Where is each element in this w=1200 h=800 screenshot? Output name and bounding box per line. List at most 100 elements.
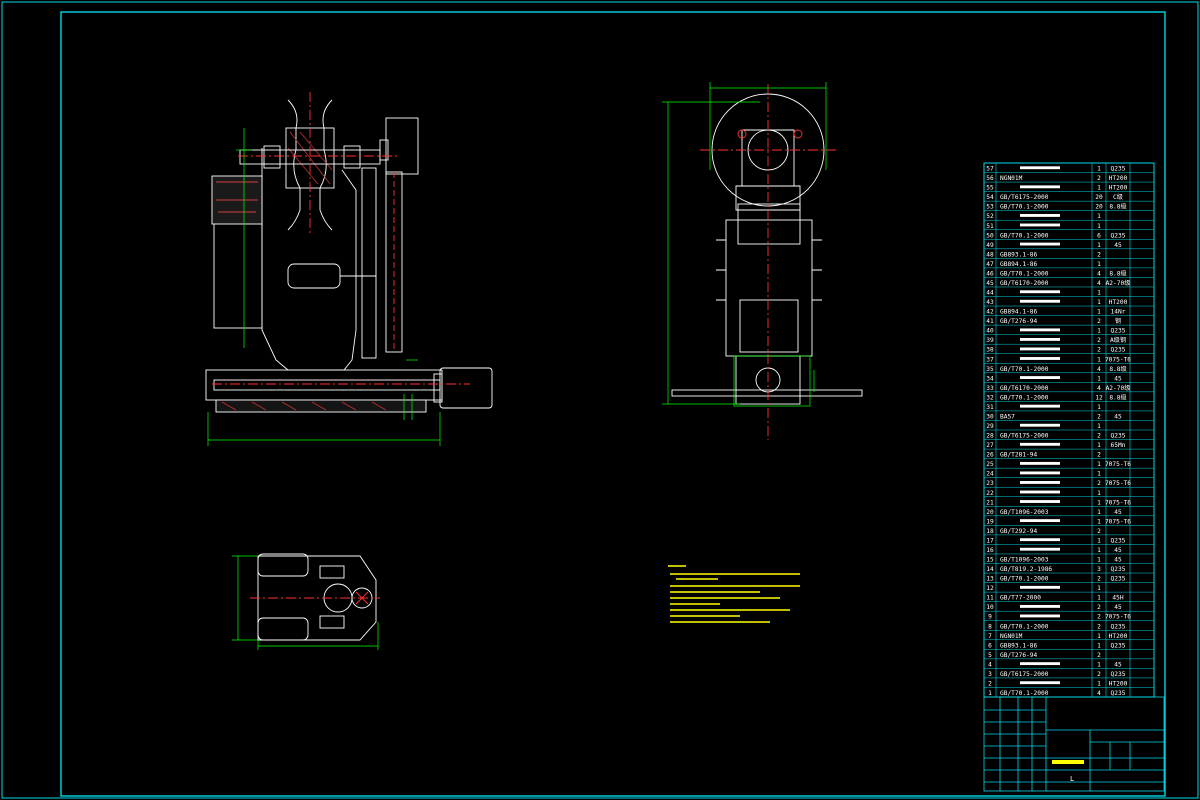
bom-cell-code: GB/T70.1-2000 [1000, 270, 1049, 277]
bom-name-glyph [1020, 328, 1060, 332]
bom-name-glyph [1020, 376, 1060, 379]
bom-cell-qty: 1 [1097, 261, 1101, 268]
bom-name-glyph [1020, 223, 1060, 227]
bom-cell-mat: HT200 [1109, 299, 1128, 306]
bom-cell-qty: 1 [1097, 242, 1101, 249]
bom-cell-no: 35 [986, 366, 994, 373]
bom-cell-code: GB/T70.1-2000 [1000, 623, 1049, 630]
bom-cell-code: GB/T292-94 [1000, 528, 1038, 535]
bom-cell-code: GB/T276-94 [1000, 318, 1038, 325]
bom-cell-code: GB/T6175-2000 [1000, 671, 1049, 678]
bom-cell-code: GB/T1096-2003 [1000, 509, 1049, 516]
bom-cell-no: 47 [986, 261, 994, 268]
bom-cell-no: 56 [986, 175, 994, 182]
bom-cell-mat: 45 [1114, 547, 1122, 554]
bom-cell-qty: 1 [1097, 518, 1101, 525]
bom-cell-qty: 4 [1097, 690, 1101, 697]
bom-cell-mat: 7075-T6 [1105, 480, 1131, 487]
bom-cell-qty: 2 [1097, 671, 1101, 678]
bom-cell-mat: 45 [1114, 413, 1122, 420]
sheet-mark: L [1070, 775, 1074, 783]
bom-cell-no: 41 [986, 318, 994, 325]
bom-cell-no: 24 [986, 471, 994, 478]
bom-cell-no: 2 [988, 680, 992, 687]
bom-cell-no: 18 [986, 528, 994, 535]
bom-cell-qty: 1 [1097, 680, 1101, 687]
bom-cell-qty: 2 [1097, 604, 1101, 611]
bom-name-glyph [1020, 490, 1060, 494]
bom-cell-mat: Q235 [1111, 642, 1126, 649]
bom-cell-mat: 45 [1114, 604, 1122, 611]
bom-cell-no: 52 [986, 213, 994, 220]
bom-cell-no: 9 [988, 614, 992, 621]
bom-cell-mat: 65Mn [1111, 442, 1126, 449]
bom-cell-mat: 钢 [1115, 317, 1121, 325]
bom-cell-qty: 1 [1097, 166, 1101, 173]
bom-cell-no: 48 [986, 251, 994, 258]
bom-cell-qty: 1 [1097, 290, 1101, 297]
bom-cell-no: 10 [986, 604, 994, 611]
bom-cell-qty: 20 [1095, 194, 1103, 201]
bom-name-glyph [1020, 442, 1060, 446]
bom-cell-no: 39 [986, 337, 994, 344]
bom-name-glyph [1020, 519, 1060, 523]
bom-cell-mat: 7075-T6 [1105, 461, 1131, 468]
cad-drawing-sheet: 57 1 Q23556 NGN01M 2 HT20055 1 HT20054 GB/T6175-… [0, 0, 1200, 800]
base-plate [215, 399, 427, 413]
bom-name-glyph [1020, 614, 1060, 618]
bom-cell-mat: HT200 [1109, 175, 1128, 182]
bom-cell-mat: C级 [1113, 193, 1123, 201]
bom-cell-mat: 7075-T6 [1105, 356, 1131, 363]
bom-cell-mat: 45 [1114, 557, 1122, 564]
bom-cell-qty: 2 [1097, 347, 1101, 354]
bom-cell-qty: 1 [1097, 404, 1101, 411]
bom-cell-no: 34 [986, 375, 994, 382]
bom-cell-mat: Q235 [1111, 232, 1126, 239]
bom-cell-mat: 8.8级 [1109, 393, 1126, 401]
bom-name-glyph [1020, 166, 1060, 170]
bom-cell-qty: 1 [1097, 213, 1101, 220]
bom-cell-no: 53 [986, 204, 994, 211]
bom-cell-mat: 45 [1114, 661, 1122, 668]
bom-cell-no: 31 [986, 404, 994, 411]
bom-cell-code: GB/T70.1-2000 [1000, 394, 1049, 401]
bom-cell-qty: 1 [1097, 442, 1101, 449]
bom-cell-no: 22 [986, 490, 994, 497]
bom-cell-code: GB/T70.1-2000 [1000, 366, 1049, 373]
bom-cell-mat: Q235 [1111, 576, 1126, 583]
bom-cell-qty: 1 [1097, 661, 1101, 668]
bom-cell-qty: 1 [1097, 633, 1101, 640]
bom-name-glyph [1020, 461, 1060, 465]
bom-name-glyph [1020, 299, 1060, 303]
bom-cell-qty: 4 [1097, 385, 1101, 392]
bom-cell-qty: 4 [1097, 366, 1101, 373]
bom-cell-qty: 20 [1095, 204, 1103, 211]
bom-cell-qty: 1 [1097, 585, 1101, 592]
drawing-title-mark [1052, 760, 1084, 764]
bom-name-glyph [1020, 290, 1060, 294]
bom-cell-mat: 45H [1112, 595, 1123, 602]
bom-cell-no: 19 [986, 518, 994, 525]
bom-cell-code: GB893.1-86 [1000, 642, 1038, 649]
bom-cell-code: NGN01M [1000, 633, 1023, 640]
bom-cell-mat: Q235 [1111, 433, 1126, 440]
bom-cell-mat: 7075-T6 [1105, 499, 1131, 506]
bom-cell-code: GB/T819.2-1986 [1000, 566, 1052, 573]
bom-cell-no: 25 [986, 461, 994, 468]
bom-cell-no: 45 [986, 280, 994, 287]
bom-cell-no: 42 [986, 309, 994, 316]
bom-cell-no: 5 [988, 652, 992, 659]
bom-cell-qty: 1 [1097, 185, 1101, 192]
bom-cell-mat: Q235 [1111, 347, 1126, 354]
bom-cell-no: 44 [986, 290, 994, 297]
bom-cell-no: 7 [988, 633, 992, 640]
bom-cell-code: GB/T6175-2000 [1000, 194, 1049, 201]
bom-cell-no: 13 [986, 576, 994, 583]
bom-name-glyph [1020, 547, 1060, 551]
bom-cell-qty: 1 [1097, 471, 1101, 478]
bom-cell-qty: 2 [1097, 433, 1101, 440]
bom-cell-qty: 1 [1097, 547, 1101, 554]
bom-name-glyph [1020, 214, 1060, 217]
bom-cell-no: 6 [988, 642, 992, 649]
bom-cell-mat: HT200 [1109, 185, 1128, 192]
